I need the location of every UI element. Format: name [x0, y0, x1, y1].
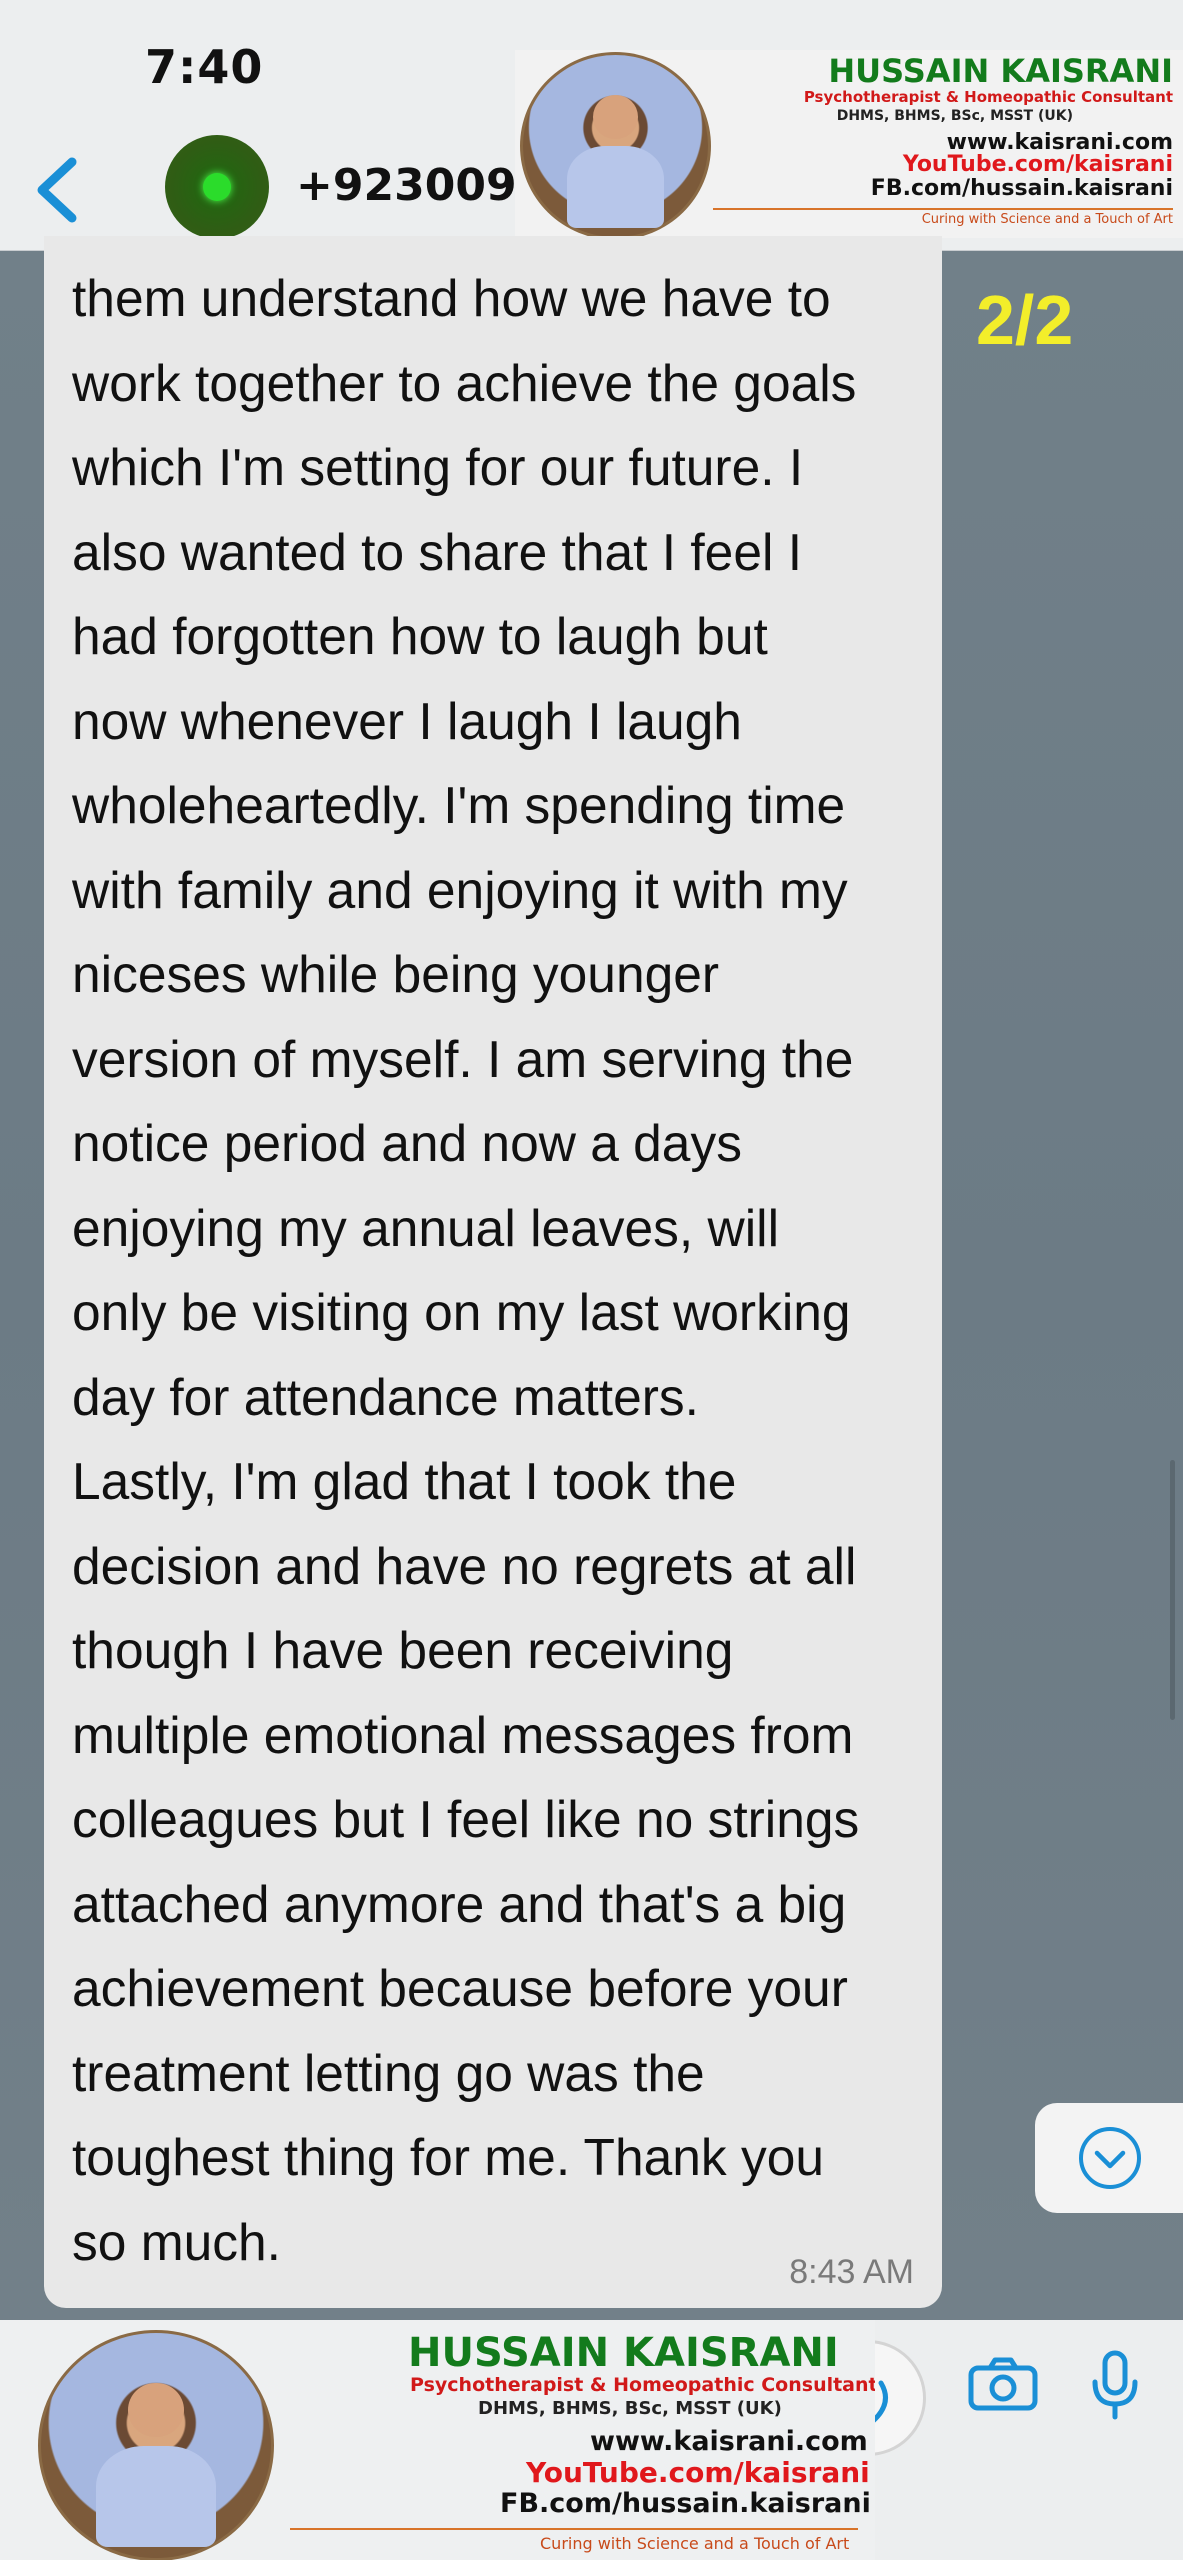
chevron-down-circle-icon: [1079, 2127, 1141, 2189]
chevron-left-icon: [37, 157, 77, 223]
watermark-role: Psychotherapist & Homeopathic Consultant: [410, 2374, 875, 2396]
microphone-button[interactable]: [1090, 2350, 1140, 2424]
watermark-tagline: Curing with Science and a Touch of Art: [921, 212, 1173, 227]
profile-photo: [520, 52, 711, 238]
contact-name[interactable]: +9230094: [296, 160, 536, 211]
message-timestamp: 8:43 AM: [789, 2253, 914, 2291]
watermark-banner-bottom: HUSSAIN KAISRANI Psychotherapist & Homeo…: [0, 2320, 875, 2560]
camera-button[interactable]: [968, 2356, 1038, 2416]
page-counter: 2/2: [976, 281, 1074, 359]
watermark-degrees: DHMS, BHMS, BSc, MSST (UK): [836, 108, 1073, 124]
microphone-icon: [1092, 2350, 1138, 2420]
watermark-divider: [713, 208, 1173, 210]
watermark-degrees: DHMS, BHMS, BSc, MSST (UK): [478, 2398, 782, 2419]
photo-face: [593, 95, 638, 139]
watermark-role: Psychotherapist & Homeopathic Consultant: [803, 88, 1173, 106]
message-text: them understand how we have to work toge…: [72, 269, 860, 2271]
watermark-website: www.kaisrani.com: [590, 2426, 868, 2457]
back-button[interactable]: [28, 150, 88, 230]
watermark-facebook: FB.com/hussain.kaisrani: [500, 2488, 871, 2519]
message-bubble[interactable]: them understand how we have to work toge…: [44, 236, 942, 2308]
status-time: 7:40: [145, 40, 264, 94]
scroll-to-bottom-button[interactable]: [1035, 2103, 1183, 2213]
watermark-youtube: YouTube.com/kaisrani: [902, 152, 1173, 177]
watermark-divider: [290, 2528, 858, 2530]
profile-photo: [38, 2330, 274, 2560]
avatar[interactable]: [165, 135, 269, 239]
watermark-name: HUSSAIN KAISRANI: [408, 2330, 839, 2376]
watermark-youtube: YouTube.com/kaisrani: [526, 2456, 870, 2489]
photo-body: [567, 146, 664, 228]
scrollbar[interactable]: [1170, 1460, 1175, 1720]
watermark-name: HUSSAIN KAISRANI: [828, 52, 1173, 90]
photo-face: [128, 2382, 184, 2437]
watermark-banner-top: HUSSAIN KAISRANI Psychotherapist & Homeo…: [515, 50, 1183, 238]
camera-icon: [968, 2357, 1038, 2411]
watermark-tagline: Curing with Science and a Touch of Art: [540, 2534, 850, 2553]
watermark-facebook: FB.com/hussain.kaisrani: [870, 176, 1173, 201]
online-indicator: [203, 173, 231, 201]
photo-body: [96, 2445, 216, 2547]
